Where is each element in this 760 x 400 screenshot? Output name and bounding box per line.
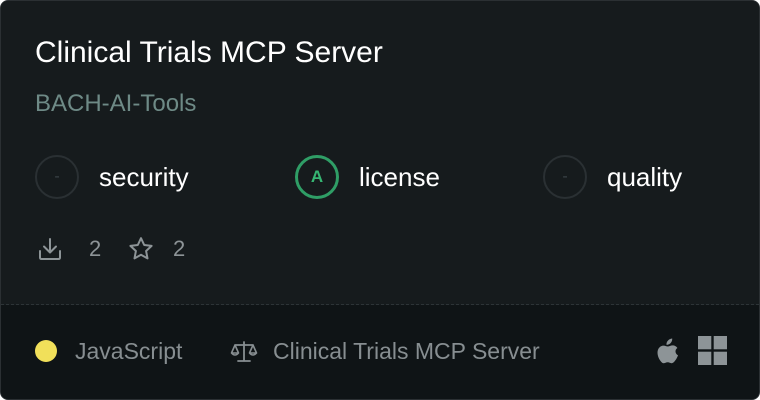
license-grade-badge: A	[295, 155, 339, 199]
license-name: Clinical Trials MCP Server	[273, 338, 540, 364]
downloads-stat: 2	[37, 235, 101, 263]
server-card[interactable]: Clinical Trials MCP Server BACH-AI-Tools…	[0, 0, 760, 400]
download-icon	[39, 238, 61, 260]
license-label: license	[359, 161, 440, 192]
quality-label: quality	[607, 161, 683, 192]
language-color-dot	[35, 340, 57, 362]
windows-icon	[698, 336, 727, 365]
apple-icon	[657, 338, 678, 364]
server-title[interactable]: Clinical Trials MCP Server	[35, 35, 383, 71]
quality-grade-badge: -	[543, 155, 587, 199]
scale-icon	[230, 341, 258, 362]
star-icon[interactable]	[127, 235, 155, 263]
server-author[interactable]: BACH-AI-Tools	[35, 89, 196, 119]
security-label: security	[99, 161, 189, 192]
stars-count: 2	[173, 236, 186, 261]
security-score[interactable]: - security	[35, 153, 189, 201]
quality-score[interactable]: - quality	[543, 153, 682, 201]
language-label: JavaScript	[75, 338, 183, 364]
stars-stat[interactable]: 2	[127, 235, 185, 263]
downloads-count: 2	[89, 236, 102, 261]
security-grade-badge: -	[35, 155, 79, 199]
license-score[interactable]: A license	[295, 153, 440, 201]
